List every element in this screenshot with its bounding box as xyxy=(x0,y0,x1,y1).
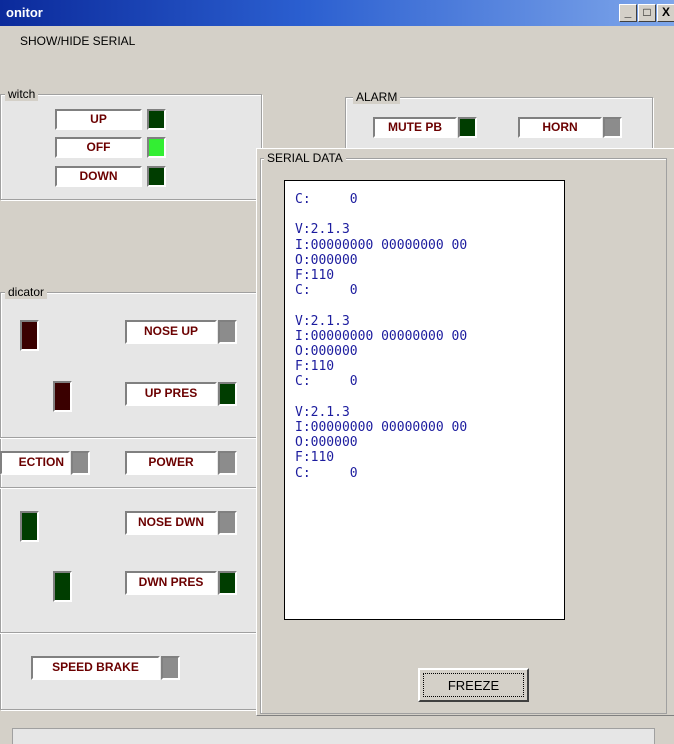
serial-line: F:110 xyxy=(295,359,335,375)
serial-line: C: 0 xyxy=(295,465,358,481)
off-button[interactable]: OFF xyxy=(55,137,142,158)
serial-line: O:000000 xyxy=(295,344,358,360)
up-pres-side-led xyxy=(53,381,72,412)
mute-pb-button[interactable]: MUTE PB xyxy=(373,117,457,138)
freeze-button[interactable]: FREEZE xyxy=(418,668,529,702)
off-led xyxy=(147,137,166,158)
indicator-group xyxy=(0,292,257,710)
minimize-button[interactable]: _ xyxy=(619,4,637,22)
separator xyxy=(0,437,257,439)
ejection-led xyxy=(71,451,90,475)
down-button[interactable]: DOWN xyxy=(55,166,142,187)
speed-brake-led xyxy=(161,656,180,680)
serial-line xyxy=(295,390,467,405)
serial-line: O:000000 xyxy=(295,252,358,268)
power-led xyxy=(218,451,237,475)
nose-dwn-button[interactable]: NOSE DWN xyxy=(125,511,217,535)
serial-line: F:110 xyxy=(295,450,335,466)
title-bar: onitor _ □ X xyxy=(0,0,674,26)
down-led xyxy=(147,166,166,187)
nose-up-side-led xyxy=(20,320,39,351)
horn-button[interactable]: HORN xyxy=(518,117,602,138)
serial-line: C: 0 xyxy=(295,283,358,299)
dwn-pres-button[interactable]: DWN PRES xyxy=(125,571,217,595)
alarm-group-label: ALARM xyxy=(353,90,401,104)
up-pres-button[interactable]: UP PRES xyxy=(125,382,217,406)
bottom-panel xyxy=(12,728,655,744)
nose-up-button[interactable]: NOSE UP xyxy=(125,320,217,344)
separator xyxy=(0,632,257,634)
up-pres-led xyxy=(218,382,237,406)
up-button[interactable]: UP xyxy=(55,109,142,130)
menu-item-show-hide-serial[interactable]: SHOW/HIDE SERIAL xyxy=(20,34,135,48)
ejection-button[interactable]: ECTION xyxy=(0,451,70,475)
menu-bar: SHOW/HIDE SERIAL xyxy=(0,26,674,56)
dwn-pres-led xyxy=(218,571,237,595)
serial-line xyxy=(295,207,467,222)
up-led xyxy=(147,109,166,130)
serial-text: C: 0 V:2.1.3 I:00000000 00000000 00 O:0000… xyxy=(295,192,467,481)
horn-led xyxy=(603,117,622,138)
serial-line: O:000000 xyxy=(295,435,358,451)
nose-up-led xyxy=(218,320,237,344)
maximize-button[interactable]: □ xyxy=(638,4,656,22)
nose-dwn-side-led xyxy=(20,511,39,542)
separator xyxy=(0,487,257,489)
power-button[interactable]: POWER xyxy=(125,451,217,475)
serial-line: C: 0 xyxy=(295,374,358,390)
serial-group-label: SERIAL DATA xyxy=(264,151,346,165)
serial-line: I:00000000 00000000 00 xyxy=(295,328,468,344)
freeze-button-label: FREEZE xyxy=(423,673,524,697)
window-title: onitor xyxy=(6,5,43,20)
switch-group-label: witch xyxy=(5,87,39,101)
indicator-group-label: dicator xyxy=(5,285,48,299)
serial-line: I:00000000 00000000 00 xyxy=(295,420,468,436)
close-button[interactable]: X xyxy=(657,4,674,22)
serial-line: V:2.1.3 xyxy=(295,313,350,329)
nose-dwn-led xyxy=(218,511,237,535)
serial-line: I:00000000 00000000 00 xyxy=(295,237,468,253)
serial-line: C: 0 xyxy=(295,192,358,207)
mute-pb-led xyxy=(458,117,477,138)
serial-line xyxy=(295,298,467,313)
dwn-pres-side-led xyxy=(53,571,72,602)
serial-line: V:2.1.3 xyxy=(295,404,350,420)
speed-brake-button[interactable]: SPEED BRAKE xyxy=(31,656,160,680)
serial-line: F:110 xyxy=(295,268,335,284)
serial-line: V:2.1.3 xyxy=(295,222,350,238)
